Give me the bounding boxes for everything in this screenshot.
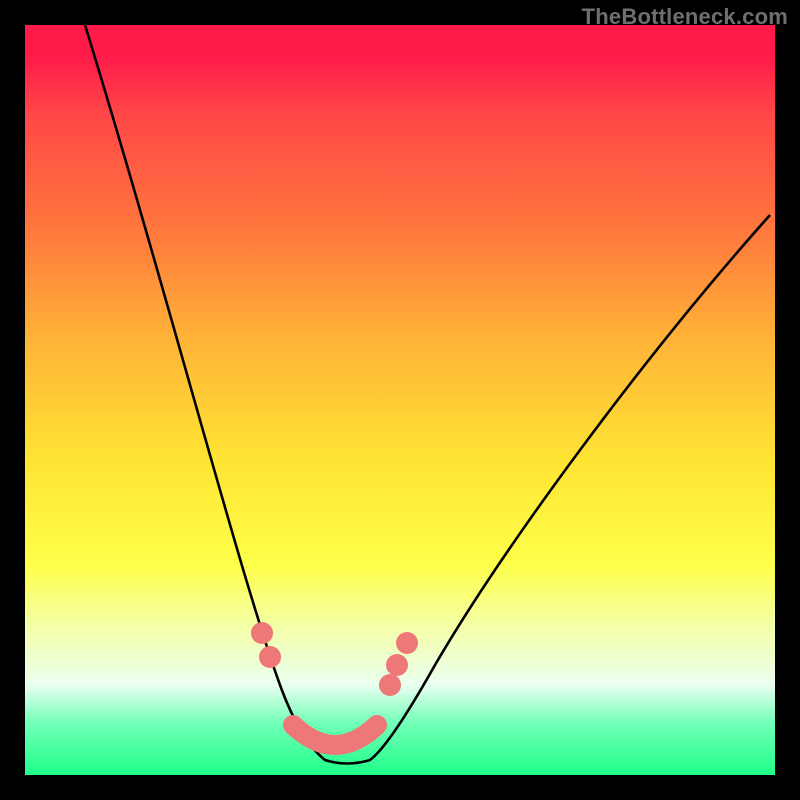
v-curve-path: [85, 25, 770, 764]
watermark-text: TheBottleneck.com: [582, 4, 788, 30]
marker-bottom-segment: [293, 725, 377, 745]
chart-svg: [25, 25, 775, 775]
marker-right-mid: [386, 654, 408, 676]
marker-left-lower: [259, 646, 281, 668]
marker-left-upper: [251, 622, 273, 644]
marker-right-upper: [396, 632, 418, 654]
chart-plot-area: [25, 25, 775, 775]
marker-right-lower: [379, 674, 401, 696]
